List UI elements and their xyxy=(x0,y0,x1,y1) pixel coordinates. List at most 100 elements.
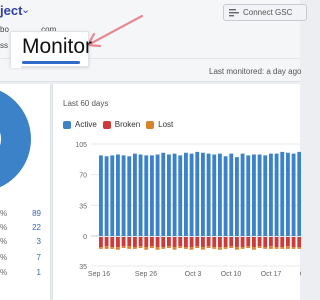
stat-value-new[interactable]: 22 xyxy=(32,223,41,232)
y-tick-label: 0 xyxy=(83,234,87,241)
list-icon xyxy=(229,8,239,16)
bar-broken xyxy=(155,237,160,248)
stat-value-other[interactable]: 1 xyxy=(37,268,41,277)
bar-broken xyxy=(274,237,279,248)
bar-lost xyxy=(246,246,251,248)
bar-lost xyxy=(104,246,109,249)
bar-broken xyxy=(252,237,256,248)
bar-active xyxy=(99,155,103,236)
chevron-down-icon[interactable]: ⌄ xyxy=(21,3,30,16)
bar-broken xyxy=(235,237,239,248)
bar-active xyxy=(116,154,120,236)
stat-value-lost[interactable]: 7 xyxy=(37,253,41,262)
bar-active xyxy=(189,153,194,236)
bar-broken xyxy=(110,237,115,248)
bar-broken xyxy=(133,237,137,248)
bar-lost xyxy=(297,247,301,249)
bar-broken xyxy=(116,237,120,248)
bar-active xyxy=(121,155,126,236)
bar-broken xyxy=(99,237,103,248)
bar-broken xyxy=(280,237,285,248)
donut-chart xyxy=(0,90,31,188)
bar-broken xyxy=(138,237,143,247)
bar-broken xyxy=(206,237,211,247)
bar-active xyxy=(144,155,149,236)
bar-broken xyxy=(240,237,245,248)
bar-broken xyxy=(172,237,177,248)
bar-broken xyxy=(127,237,132,247)
bar-active xyxy=(138,154,143,236)
stat-row-new: % 22 xyxy=(0,223,41,232)
bar-broken xyxy=(150,237,154,247)
stat-value-broken[interactable]: 3 xyxy=(37,237,41,246)
bar-lost xyxy=(212,247,217,249)
bar-active xyxy=(195,151,200,236)
bar-broken xyxy=(189,237,194,248)
bar-lost xyxy=(144,247,149,250)
bar-lost xyxy=(110,247,115,249)
bar-active xyxy=(155,154,160,236)
bar-broken xyxy=(229,237,234,247)
x-tick-label: Oct 24 xyxy=(300,271,301,278)
bar-broken xyxy=(257,237,262,247)
stat-row-other: % 1 xyxy=(0,268,41,277)
x-tick-label: Sep 16 xyxy=(88,271,110,278)
bar-lost xyxy=(223,247,228,249)
bar-broken xyxy=(104,237,109,247)
links-bar-chart: 1057035035Sep 16Sep 26Oct 3Oct 10Oct 17O… xyxy=(75,142,301,278)
bar-lost xyxy=(150,246,154,248)
bar-active xyxy=(297,151,301,236)
bar-lost xyxy=(257,246,262,248)
bar-broken xyxy=(144,237,149,248)
connect-gsc-label: Connect GSC xyxy=(243,8,293,17)
bar-lost xyxy=(195,246,200,248)
bar-lost xyxy=(201,247,205,250)
x-tick-label: Oct 3 xyxy=(185,271,202,278)
bar-active xyxy=(201,152,205,236)
connect-gsc-button[interactable]: Connect GSC xyxy=(223,4,307,21)
bar-lost xyxy=(99,247,103,249)
bar-broken xyxy=(269,237,273,247)
y-tick-label: 105 xyxy=(75,142,87,149)
bar-lost xyxy=(178,246,183,248)
bar-lost xyxy=(184,247,188,249)
bar-active xyxy=(286,152,290,236)
bar-broken xyxy=(178,237,183,247)
bar-broken xyxy=(297,237,301,248)
bar-lost xyxy=(206,246,211,248)
bar-broken xyxy=(291,237,296,248)
bar-lost xyxy=(167,246,171,248)
bar-lost xyxy=(291,247,296,249)
last-monitored-text: Last monitored: a day ago xyxy=(209,67,302,76)
bar-broken xyxy=(167,237,171,247)
domain-fragment: bo xyxy=(0,25,9,34)
bar-active xyxy=(263,155,268,236)
monitor-tab-label[interactable]: Monitor xyxy=(22,35,92,59)
bar-active xyxy=(212,154,217,236)
bar-active xyxy=(172,153,177,236)
bar-broken xyxy=(246,237,251,247)
bar-lost xyxy=(269,246,273,249)
bar-active xyxy=(223,156,228,236)
bar-active xyxy=(150,155,154,236)
stat-row-active: % 89 xyxy=(0,209,41,218)
bar-lost xyxy=(116,247,120,250)
x-tick-label: Oct 17 xyxy=(261,271,282,278)
bar-lost xyxy=(286,246,290,249)
project-selector[interactable]: ject xyxy=(0,3,22,18)
stat-row-lost: % 7 xyxy=(0,253,41,262)
bar-lost xyxy=(252,247,256,250)
bar-active xyxy=(161,152,166,236)
bar-lost xyxy=(235,247,239,250)
stat-value-active[interactable]: 89 xyxy=(32,209,41,218)
bar-active xyxy=(252,154,256,236)
bar-active xyxy=(257,154,262,236)
bar-broken xyxy=(201,237,205,248)
bar-active xyxy=(280,151,285,236)
subtext-fragment: ss xyxy=(0,41,8,50)
chart-panel: Last 60 days Active Broken Lost 105 70 35 0… xyxy=(52,84,301,300)
bar-broken xyxy=(195,237,200,247)
bar-lost xyxy=(127,246,132,249)
bar-active xyxy=(110,155,115,236)
bar-lost xyxy=(280,247,285,249)
